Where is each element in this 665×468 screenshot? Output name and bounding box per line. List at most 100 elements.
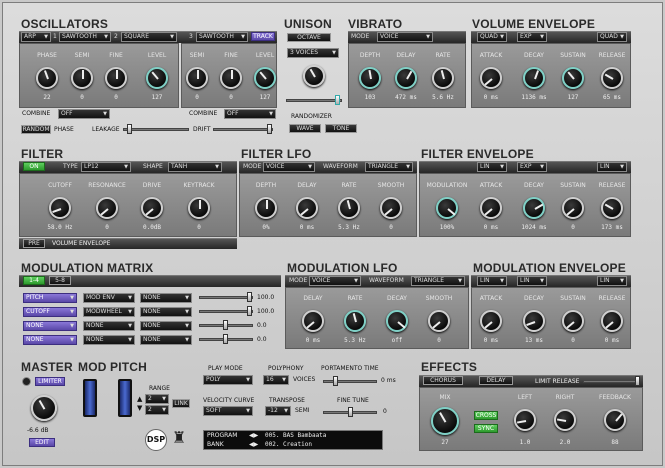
flfo-smooth-knob[interactable] — [380, 197, 402, 219]
resonance-knob[interactable] — [96, 197, 118, 219]
fine-tune-thumb[interactable] — [348, 407, 353, 417]
unison-slider[interactable] — [286, 99, 342, 102]
matrix-dest-2[interactable]: NONE — [140, 307, 192, 317]
flfo-waveform-select[interactable]: TRIANGLE — [365, 162, 413, 172]
vol-release-knob[interactable] — [601, 67, 623, 89]
semi-knob[interactable] — [71, 67, 93, 89]
matrix-via-2[interactable]: MODWHEEL — [83, 307, 135, 317]
range-up-select[interactable]: 2 — [145, 394, 169, 404]
fine-knob[interactable] — [105, 67, 127, 89]
track-button[interactable]: TRACK — [251, 32, 275, 41]
phase-knob[interactable] — [36, 67, 58, 89]
level-knob[interactable] — [146, 67, 168, 89]
fenv-curve2-select[interactable]: EXP — [517, 162, 547, 172]
drift-slider[interactable] — [213, 128, 273, 131]
arp-select[interactable]: ARP — [21, 32, 51, 42]
unison-thumb[interactable] — [335, 95, 340, 105]
mlfo-delay-knob[interactable] — [302, 310, 324, 332]
vol-curve3-select[interactable]: QUAD — [597, 32, 627, 42]
chorus-button[interactable]: CHORUS — [423, 376, 463, 385]
feedback-knob[interactable] — [604, 409, 626, 431]
menv-curve1-select[interactable]: LIN — [477, 276, 507, 286]
random-button[interactable]: RANDOM — [21, 125, 51, 134]
polyphony-select[interactable]: 16 — [263, 375, 289, 385]
drift-thumb[interactable] — [267, 124, 272, 134]
filter-type-select[interactable]: LP12 — [81, 162, 131, 172]
delay-knob[interactable] — [395, 67, 417, 89]
matrix-source-2[interactable]: CUTOFF — [23, 307, 77, 317]
unison-knob[interactable] — [303, 65, 325, 87]
fine-b-knob[interactable] — [220, 67, 242, 89]
fenv-attack-knob[interactable] — [480, 197, 502, 219]
matrix-amount-thumb[interactable] — [223, 334, 228, 344]
bank-name[interactable]: 002. Creation — [265, 441, 312, 448]
filter-shape-select[interactable]: TANH — [168, 162, 222, 172]
pitch-wheel[interactable] — [118, 379, 132, 417]
osc2-wave-select[interactable]: SQUARE — [121, 32, 177, 42]
cutoff-knob[interactable] — [49, 197, 71, 219]
fenv-curve1-select[interactable]: LIN — [477, 162, 507, 172]
tone-button[interactable]: TONE — [325, 124, 357, 133]
leakage-slider[interactable] — [123, 128, 189, 131]
play-mode-select[interactable]: POLY — [203, 375, 253, 385]
mod-matrix-tab-1-4[interactable]: 1-4 — [23, 276, 45, 285]
flfo-rate-knob[interactable] — [338, 197, 360, 219]
vol-sustain-knob[interactable] — [562, 67, 584, 89]
velocity-select[interactable]: SOFT — [203, 406, 253, 416]
pre-button[interactable]: PRE — [23, 239, 45, 248]
range-up-icon[interactable]: ▲ — [137, 395, 142, 403]
mod-matrix-tab-5-8[interactable]: 5-8 — [49, 276, 71, 285]
mod-wheel[interactable] — [83, 379, 97, 417]
link-button[interactable]: LINK — [172, 399, 190, 408]
combine-a-select[interactable]: OFF — [58, 109, 110, 119]
matrix-amount-thumb[interactable] — [247, 292, 252, 302]
osc3-wave-select[interactable]: SAWTOOTH — [196, 32, 248, 42]
mlfo-decay-knob[interactable] — [386, 310, 408, 332]
mix-knob[interactable] — [431, 407, 459, 435]
flfo-delay-knob[interactable] — [296, 197, 318, 219]
vibrato-mode-select[interactable]: VOICE — [377, 32, 433, 42]
drive-knob[interactable] — [141, 197, 163, 219]
filter-on-button[interactable]: ON — [23, 162, 45, 171]
sync-button[interactable]: SYNC — [474, 424, 498, 433]
depth-knob[interactable] — [359, 67, 381, 89]
right-knob[interactable] — [554, 409, 576, 431]
vol-attack-knob[interactable] — [480, 67, 502, 89]
osc1-wave-select[interactable]: SAWTOOTH — [59, 32, 111, 42]
wave-button[interactable]: WAVE — [289, 124, 321, 133]
range-down-select[interactable]: 2 — [145, 405, 169, 415]
matrix-via-1[interactable]: MOD ENV — [83, 293, 135, 303]
matrix-amount-thumb[interactable] — [223, 320, 228, 330]
matrix-source-4[interactable]: NONE — [23, 335, 77, 345]
matrix-dest-4[interactable]: NONE — [140, 335, 192, 345]
menv-curve2-select[interactable]: LIN — [517, 276, 547, 286]
matrix-amount-slider[interactable] — [199, 296, 253, 299]
vol-decay-knob[interactable] — [523, 67, 545, 89]
power-icon[interactable] — [22, 377, 31, 386]
vol-curve1-select[interactable]: QUAD — [477, 32, 507, 42]
leakage-thumb[interactable] — [127, 124, 132, 134]
master-volume-knob[interactable] — [31, 395, 57, 421]
matrix-dest-1[interactable]: NONE — [140, 293, 192, 303]
vol-curve2-select[interactable]: EXP — [517, 32, 547, 42]
fenv-mod-knob[interactable] — [436, 197, 458, 219]
rate-knob[interactable] — [432, 67, 454, 89]
portamento-thumb[interactable] — [333, 376, 338, 386]
menv-curve3-select[interactable]: LIN — [597, 276, 627, 286]
level-b-knob[interactable] — [254, 67, 276, 89]
mlfo-waveform-select[interactable]: TRIANGLE — [411, 276, 465, 286]
combine-b-select[interactable]: OFF — [224, 109, 276, 119]
program-arrows-icon[interactable]: ◀▶ — [249, 432, 258, 439]
fenv-curve3-select[interactable]: LIN — [597, 162, 627, 172]
matrix-dest-3[interactable]: NONE — [140, 321, 192, 331]
cross-button[interactable]: CROSS — [474, 411, 498, 420]
flfo-depth-knob[interactable] — [255, 197, 277, 219]
matrix-amount-thumb[interactable] — [247, 306, 252, 316]
voices-select[interactable]: 3 VOICES — [287, 48, 339, 58]
mlfo-rate-knob[interactable] — [344, 310, 366, 332]
edit-button[interactable]: EDIT — [29, 438, 55, 447]
limit-release-thumb[interactable] — [635, 376, 640, 386]
bank-arrows-icon[interactable]: ◀▶ — [249, 441, 258, 448]
menv-attack-knob[interactable] — [480, 310, 502, 332]
mlfo-smooth-knob[interactable] — [428, 310, 450, 332]
